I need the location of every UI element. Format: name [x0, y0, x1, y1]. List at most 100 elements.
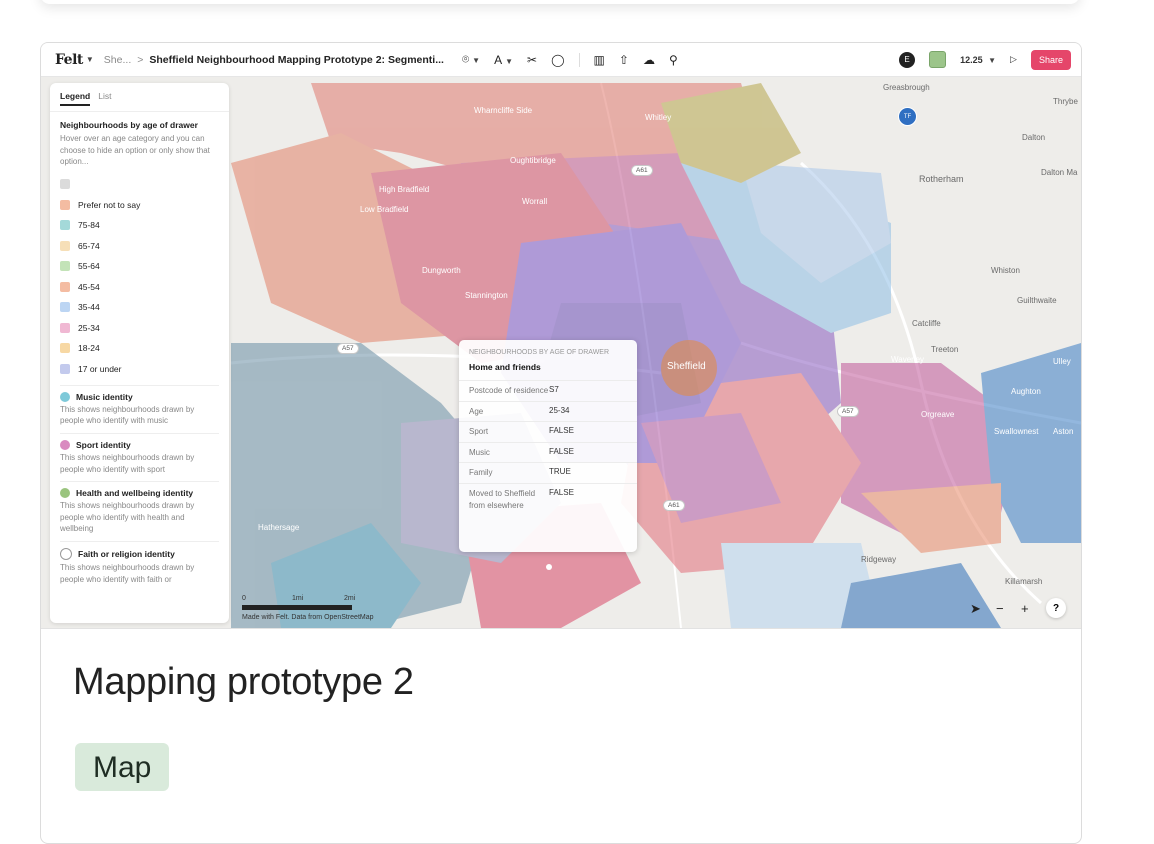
search-icon[interactable]: ⚲	[669, 53, 678, 67]
legend-group-description: This shows neighbourhoods drawn by peopl…	[60, 404, 195, 426]
zoom-level[interactable]: 12.25 ▼	[960, 55, 996, 65]
legend-age-item[interactable]: Prefer not to say	[50, 194, 229, 215]
tab-list[interactable]: List	[98, 91, 111, 106]
map-label-waverley: Waverley	[891, 355, 925, 364]
toolbar-divider	[578, 52, 580, 67]
share-button[interactable]: Share	[1030, 49, 1071, 70]
legend-swatch	[60, 322, 70, 333]
legend-group-swatch	[60, 488, 70, 499]
scale-zero: 0	[242, 595, 246, 602]
map-label-hathersage: Hathersage	[258, 523, 300, 532]
legend-age-label: 35-44	[78, 302, 100, 313]
avatar[interactable]: E	[899, 51, 916, 68]
map-attribution[interactable]: Made with Felt. Data from OpenStreetMap	[242, 614, 374, 621]
road-label-a57: A57	[337, 343, 359, 354]
map-label-greasbrough: Greasbrough	[883, 83, 930, 92]
feature-popup: NEIGHBOURHOODS BY AGE OF DRAWER Home and…	[459, 340, 637, 552]
legend-group-item[interactable]: Faith or religion identity	[50, 547, 229, 560]
legend-group-title: Faith or religion identity	[78, 548, 175, 559]
comment-icon[interactable]: ◯	[551, 53, 564, 67]
tab-legend[interactable]: Legend	[60, 91, 91, 106]
locate-icon[interactable]: ➤	[970, 601, 981, 617]
category-tag[interactable]: Map	[75, 743, 170, 791]
basemap-thumbnail[interactable]	[929, 51, 947, 68]
legend-divider	[60, 540, 219, 542]
legend-age-item[interactable]: 35-44	[50, 297, 229, 318]
cloud-icon[interactable]: ☁	[643, 53, 655, 67]
help-button[interactable]: ?	[1046, 598, 1066, 618]
map-marker-dot	[546, 564, 552, 570]
project-card[interactable]: Greasbrough Thrybe Wharncliffe Side Whit…	[40, 42, 1082, 844]
legend-swatch	[60, 281, 70, 292]
popup-key: Family	[469, 468, 493, 478]
pin-icon[interactable]: ⌾ ▼	[462, 52, 480, 67]
popup-value: 25-34	[549, 405, 570, 415]
legend-tabs: Legend List	[50, 83, 229, 112]
scale-two: 2mi	[344, 595, 356, 602]
popup-row: Postcode of residence S7	[459, 380, 637, 401]
card-title[interactable]: Mapping prototype 2	[73, 661, 414, 704]
legend-age-item[interactable]: 18-24	[50, 338, 229, 359]
toolbar-right: E 12.25 ▼ ▷ Share	[899, 49, 1071, 70]
previous-card	[40, 0, 1080, 4]
legend-divider	[60, 481, 219, 483]
popup-value: FALSE	[549, 426, 574, 436]
map-label-aston: Aston	[1053, 427, 1074, 436]
map-label-orgreave: Orgreave	[921, 410, 955, 419]
map-user-badge[interactable]: TF	[898, 107, 917, 126]
map-label-dungworth: Dungworth	[422, 266, 461, 275]
text-icon[interactable]: A ▼	[494, 53, 513, 67]
legend-group-item[interactable]: Health and wellbeing identity	[50, 488, 229, 499]
popup-title: Home and friends	[469, 362, 541, 373]
map-label-guilthwaite: Guilthwaite	[1017, 296, 1057, 305]
zoom-out-button[interactable]: −	[996, 601, 1004, 616]
map-label-ridgeway: Ridgeway	[861, 555, 897, 564]
upload-icon[interactable]: ⇧	[619, 53, 629, 67]
legend-group-title: Sport identity	[76, 439, 131, 450]
map-label-swallownest: Swallownest	[994, 427, 1039, 436]
legend-group-swatch	[60, 391, 70, 402]
legend-group-description: This shows neighbourhoods drawn by peopl…	[60, 562, 195, 584]
legend-age-item[interactable]: 45-54	[50, 276, 229, 297]
legend-heading: Neighbourhoods by age of drawer	[60, 120, 198, 130]
popup-row: Music FALSE	[459, 441, 637, 463]
popup-value: FALSE	[549, 488, 574, 498]
legend-group-item[interactable]: Music identity	[50, 391, 229, 402]
legend-group-title: Music identity	[76, 391, 133, 402]
popup-key: Sport	[469, 427, 489, 437]
breadcrumb-separator: >	[137, 53, 144, 66]
legend-age-label: 55-64	[78, 261, 100, 272]
book-icon[interactable]: ▥	[594, 53, 605, 67]
legend-age-item[interactable]: 25-34	[50, 317, 229, 338]
scale-one: 1mi	[292, 595, 304, 602]
legend-panel: Legend List Neighbourhoods by age of dra…	[50, 83, 229, 623]
legend-swatch	[60, 302, 70, 313]
legend-group-title: Health and wellbeing identity	[76, 488, 194, 499]
popup-attribute-table: Postcode of residence S7 Age 25-34 Sport FALS…	[459, 380, 637, 515]
legend-swatch	[60, 199, 70, 210]
legend-age-item[interactable]: 17 or under	[50, 358, 229, 379]
legend-age-label: Prefer not to say	[78, 199, 141, 210]
map-label-worrall: Worrall	[522, 197, 548, 206]
popup-value: FALSE	[549, 446, 574, 456]
popup-layer-name: NEIGHBOURHOODS BY AGE OF DRAWER	[469, 349, 610, 356]
breadcrumb-parent[interactable]: She...	[104, 54, 131, 66]
scissors-icon[interactable]: ✂	[527, 53, 537, 67]
drawing-tools: ⌾ ▼ A ▼ ✂ ◯ ▥ ⇧ ☁ ⚲	[462, 52, 678, 67]
map-label-whitley: Whitley	[645, 113, 672, 122]
zoom-in-button[interactable]: +	[1021, 601, 1029, 616]
play-icon[interactable]: ▷	[1010, 54, 1017, 65]
legend-age-item[interactable]	[50, 174, 229, 195]
map-label-ulley: Ulley	[1053, 357, 1071, 366]
map-title[interactable]: Sheffield Neighbourhood Mapping Prototyp…	[149, 54, 444, 66]
legend-age-item[interactable]: 75-84	[50, 215, 229, 236]
legend-age-item[interactable]: 55-64	[50, 256, 229, 277]
popup-key: Music	[469, 447, 490, 457]
map-label-high-bradfield: High Bradfield	[379, 185, 430, 194]
chevron-down-icon[interactable]: ▼	[86, 55, 94, 64]
legend-divider	[60, 432, 219, 434]
felt-logo[interactable]: Felt	[55, 52, 83, 68]
legend-age-item[interactable]: 65-74	[50, 235, 229, 256]
map-screenshot[interactable]: Greasbrough Thrybe Wharncliffe Side Whit…	[41, 43, 1081, 629]
legend-group-item[interactable]: Sport identity	[50, 439, 229, 450]
